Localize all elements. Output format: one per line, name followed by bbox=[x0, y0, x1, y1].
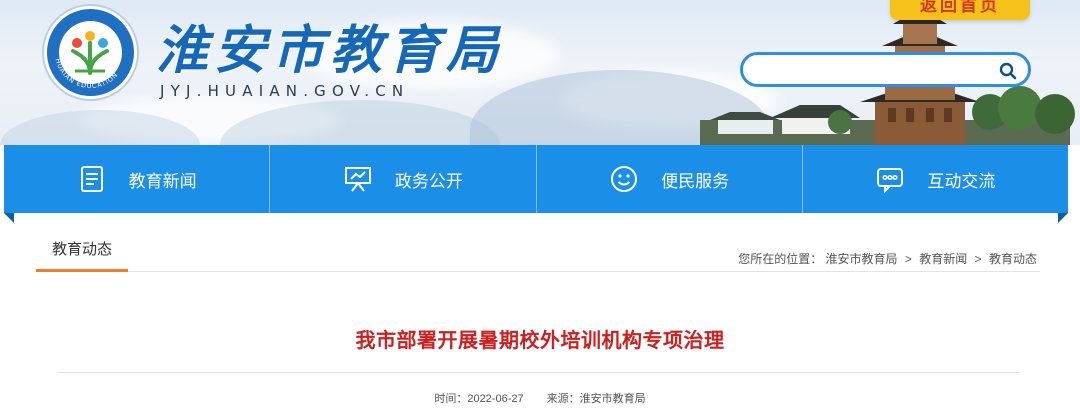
home-button[interactable]: 返回首页 bbox=[890, 0, 1030, 20]
section-divider bbox=[36, 271, 1040, 272]
article-divider bbox=[58, 372, 1020, 373]
nav-fold-left bbox=[4, 213, 14, 223]
nav-item-label: 教育新闻 bbox=[128, 171, 197, 192]
document-icon bbox=[80, 166, 103, 192]
chat-bubble-icon bbox=[877, 168, 904, 194]
article-title: 我市部署开展暑期校外培训机构专项治理 bbox=[355, 330, 725, 352]
search-icon[interactable] bbox=[998, 61, 1018, 81]
breadcrumb-link-news[interactable]: 教育新闻 bbox=[919, 252, 967, 266]
nav-item-public-services[interactable]: 便民服务 bbox=[537, 145, 803, 213]
search-input[interactable] bbox=[755, 59, 995, 81]
nav-fold-right bbox=[1058, 213, 1068, 223]
header-banner: HUAIAN EDUCATION 淮安市教育局 JYJ.HUAIAN.GOV.C… bbox=[0, 0, 1080, 145]
breadcrumb-separator: > bbox=[974, 252, 982, 266]
site-domain: JYJ.HUAIAN.GOV.CN bbox=[160, 82, 410, 100]
search-box bbox=[740, 52, 1031, 87]
nav-item-education-news[interactable]: 教育新闻 bbox=[4, 145, 271, 213]
site-logo[interactable]: HUAIAN EDUCATION bbox=[44, 6, 137, 99]
section-tab-education-updates[interactable]: 教育动态 bbox=[36, 240, 128, 272]
page: HUAIAN EDUCATION 淮安市教育局 JYJ.HUAIAN.GOV.C… bbox=[0, 0, 1080, 411]
nav-item-interaction[interactable]: 互动交流 bbox=[803, 145, 1068, 213]
smiley-icon bbox=[611, 166, 638, 192]
nav-item-government-affairs[interactable]: 政务公开 bbox=[270, 145, 537, 213]
presentation-icon bbox=[344, 167, 371, 192]
article-time: 时间：2022-06-27 bbox=[434, 393, 524, 405]
logo-ring-text: HUAIAN EDUCATION bbox=[54, 58, 119, 91]
nav-item-label: 便民服务 bbox=[661, 171, 730, 192]
nav-item-label: 互动交流 bbox=[927, 171, 996, 192]
article-source: 来源：淮安市教育局 bbox=[546, 393, 646, 405]
article-meta: 时间：2022-06-27 来源：淮安市教育局 bbox=[0, 390, 1080, 406]
nav-item-label: 政务公开 bbox=[394, 171, 463, 192]
breadcrumb: 您所在的位置： 淮安市教育局 > 教育新闻 > 教育动态 bbox=[738, 250, 1037, 267]
site-title: 淮安市教育局 bbox=[156, 20, 505, 81]
svg-text:HUAIAN EDUCATION: HUAIAN EDUCATION bbox=[54, 58, 120, 91]
breadcrumb-link-home[interactable]: 淮安市教育局 bbox=[826, 252, 898, 266]
breadcrumb-prefix: 您所在的位置： bbox=[738, 252, 823, 266]
breadcrumb-separator: > bbox=[904, 252, 912, 266]
main-nav: 教育新闻 政务公开 便民服务 互动交流 bbox=[4, 145, 1068, 213]
breadcrumb-link-updates[interactable]: 教育动态 bbox=[989, 252, 1037, 266]
